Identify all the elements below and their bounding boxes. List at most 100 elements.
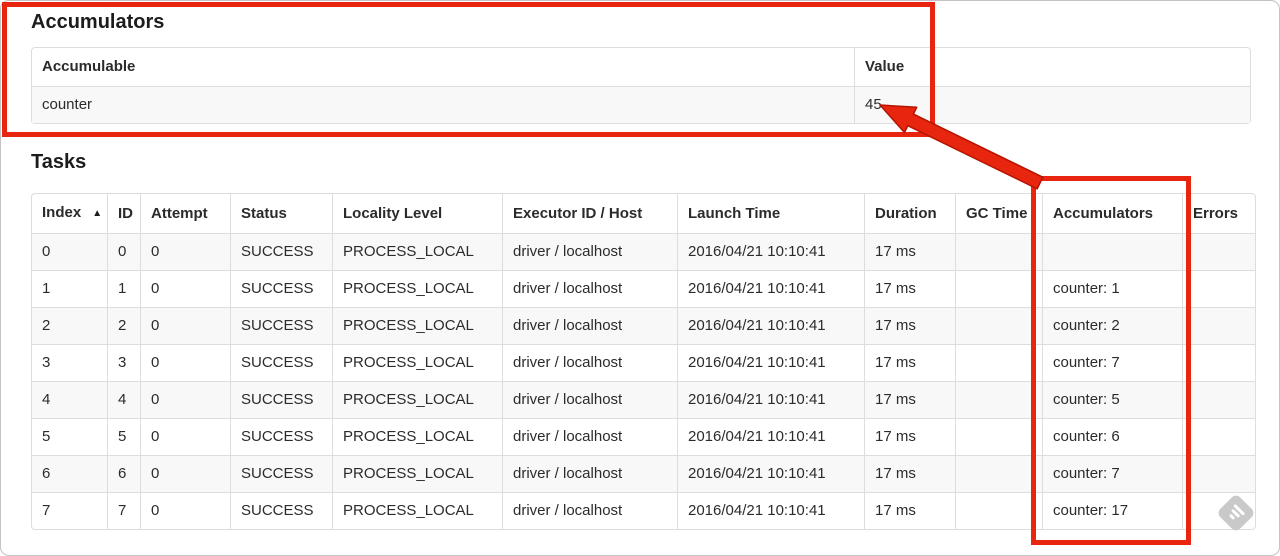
cell-gc-time xyxy=(955,344,1042,381)
cell-duration: 17 ms xyxy=(864,455,955,492)
cell-launch-time: 2016/04/21 10:10:41 xyxy=(677,492,864,529)
header-row: Accumulable Value xyxy=(32,48,1250,86)
cell-status: SUCCESS xyxy=(230,418,332,455)
cell-gc-time xyxy=(955,307,1042,344)
cell-locality-level: PROCESS_LOCAL xyxy=(332,381,502,418)
cell-id: 2 xyxy=(107,307,140,344)
sort-ascending-icon: ▲ xyxy=(92,208,103,219)
cell-index: 6 xyxy=(32,455,107,492)
column-header-executor-id-host[interactable]: Executor ID / Host xyxy=(502,194,677,233)
cell-executor-id-host: driver / localhost xyxy=(502,307,677,344)
cell-status: SUCCESS xyxy=(230,270,332,307)
table-row: 2 2 0 SUCCESS PROCESS_LOCAL driver / localhos… xyxy=(32,307,1255,344)
column-header-index[interactable]: Index ▲ xyxy=(32,194,107,233)
cell-launch-time: 2016/04/21 10:10:41 xyxy=(677,455,864,492)
cell-status: SUCCESS xyxy=(230,455,332,492)
cell-gc-time xyxy=(955,492,1042,529)
cell-index: 5 xyxy=(32,418,107,455)
cell-locality-level: PROCESS_LOCAL xyxy=(332,233,502,270)
column-header-gc-time[interactable]: GC Time xyxy=(955,194,1042,233)
column-header-id[interactable]: ID xyxy=(107,194,140,233)
cell-launch-time: 2016/04/21 10:10:41 xyxy=(677,418,864,455)
column-header-accumulators[interactable]: Accumulators xyxy=(1042,194,1182,233)
cell-id: 4 xyxy=(107,381,140,418)
cell-id: 7 xyxy=(107,492,140,529)
column-header-status[interactable]: Status xyxy=(230,194,332,233)
cell-errors xyxy=(1182,344,1255,381)
table-row: 1 1 0 SUCCESS PROCESS_LOCAL driver / localhos… xyxy=(32,270,1255,307)
header-row: Index ▲ ID Attempt Status Locality Level Execu… xyxy=(32,194,1255,233)
table-row: 7 7 0 SUCCESS PROCESS_LOCAL driver / localhos… xyxy=(32,492,1255,529)
cell-accumulators: counter: 5 xyxy=(1042,381,1182,418)
column-header-accumulable[interactable]: Accumulable xyxy=(32,48,854,86)
cell-value: 45 xyxy=(854,86,1250,123)
cell-duration: 17 ms xyxy=(864,270,955,307)
cell-gc-time xyxy=(955,418,1042,455)
cell-duration: 17 ms xyxy=(864,344,955,381)
accumulators-heading: Accumulators xyxy=(31,11,165,33)
cell-executor-id-host: driver / localhost xyxy=(502,492,677,529)
cell-errors xyxy=(1182,307,1255,344)
column-header-errors[interactable]: Errors xyxy=(1182,194,1255,233)
cell-executor-id-host: driver / localhost xyxy=(502,381,677,418)
cell-executor-id-host: driver / localhost xyxy=(502,344,677,381)
column-header-locality-level[interactable]: Locality Level xyxy=(332,194,502,233)
cell-errors xyxy=(1182,455,1255,492)
cell-id: 6 xyxy=(107,455,140,492)
column-header-attempt[interactable]: Attempt xyxy=(140,194,230,233)
cell-launch-time: 2016/04/21 10:10:41 xyxy=(677,270,864,307)
cell-accumulators: counter: 7 xyxy=(1042,455,1182,492)
cell-locality-level: PROCESS_LOCAL xyxy=(332,307,502,344)
cell-executor-id-host: driver / localhost xyxy=(502,270,677,307)
cell-duration: 17 ms xyxy=(864,233,955,270)
table-row: 4 4 0 SUCCESS PROCESS_LOCAL driver / localhos… xyxy=(32,381,1255,418)
table-row: counter 45 xyxy=(32,86,1250,123)
cell-executor-id-host: driver / localhost xyxy=(502,455,677,492)
cell-locality-level: PROCESS_LOCAL xyxy=(332,418,502,455)
accumulable-table: Accumulable Value counter 45 xyxy=(31,47,1251,124)
table-row: 5 5 0 SUCCESS PROCESS_LOCAL driver / localhos… xyxy=(32,418,1255,455)
column-header-launch-time[interactable]: Launch Time xyxy=(677,194,864,233)
cell-errors xyxy=(1182,270,1255,307)
cell-locality-level: PROCESS_LOCAL xyxy=(332,344,502,381)
cell-duration: 17 ms xyxy=(864,492,955,529)
tasks-table: Index ▲ ID Attempt Status Locality Level Execu… xyxy=(31,193,1256,530)
cell-index: 3 xyxy=(32,344,107,381)
cell-launch-time: 2016/04/21 10:10:41 xyxy=(677,344,864,381)
cell-attempt: 0 xyxy=(140,344,230,381)
cell-locality-level: PROCESS_LOCAL xyxy=(332,270,502,307)
cell-status: SUCCESS xyxy=(230,233,332,270)
cell-launch-time: 2016/04/21 10:10:41 xyxy=(677,307,864,344)
cell-attempt: 0 xyxy=(140,418,230,455)
column-header-duration[interactable]: Duration xyxy=(864,194,955,233)
spark-stage-page: Accumulators Accumulable Value counter 45 T… xyxy=(0,0,1280,556)
cell-attempt: 0 xyxy=(140,307,230,344)
cell-attempt: 0 xyxy=(140,381,230,418)
cell-accumulators: counter: 7 xyxy=(1042,344,1182,381)
cell-index: 4 xyxy=(32,381,107,418)
cell-errors xyxy=(1182,381,1255,418)
cell-status: SUCCESS xyxy=(230,381,332,418)
cell-locality-level: PROCESS_LOCAL xyxy=(332,492,502,529)
cell-index: 0 xyxy=(32,233,107,270)
cell-accumulable: counter xyxy=(32,86,854,123)
cell-id: 5 xyxy=(107,418,140,455)
table-row: 0 0 0 SUCCESS PROCESS_LOCAL driver / localhos… xyxy=(32,233,1255,270)
cell-duration: 17 ms xyxy=(864,307,955,344)
cell-gc-time xyxy=(955,455,1042,492)
cell-executor-id-host: driver / localhost xyxy=(502,233,677,270)
cell-attempt: 0 xyxy=(140,455,230,492)
column-header-value[interactable]: Value xyxy=(854,48,1250,86)
cell-status: SUCCESS xyxy=(230,492,332,529)
cell-index: 2 xyxy=(32,307,107,344)
cell-launch-time: 2016/04/21 10:10:41 xyxy=(677,381,864,418)
cell-accumulators: counter: 2 xyxy=(1042,307,1182,344)
cell-gc-time xyxy=(955,381,1042,418)
cell-id: 0 xyxy=(107,233,140,270)
tasks-heading: Tasks xyxy=(31,151,87,173)
cell-duration: 17 ms xyxy=(864,418,955,455)
cell-attempt: 0 xyxy=(140,233,230,270)
cell-index: 1 xyxy=(32,270,107,307)
cell-executor-id-host: driver / localhost xyxy=(502,418,677,455)
table-row: 6 6 0 SUCCESS PROCESS_LOCAL driver / localhos… xyxy=(32,455,1255,492)
